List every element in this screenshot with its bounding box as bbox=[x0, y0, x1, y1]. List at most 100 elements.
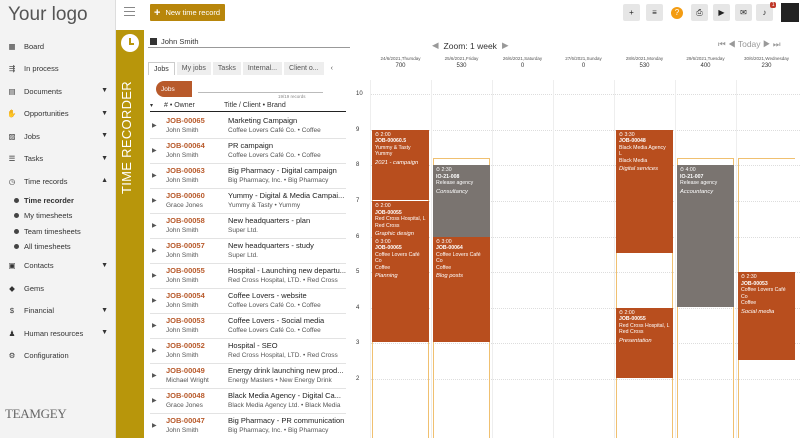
time-entry[interactable]: ⏱ 3:30 JOB-00048 Black Media Agency L Black… bbox=[616, 129, 673, 254]
sidebar-item-jobs[interactable]: ▨ Jobs ▼ bbox=[0, 125, 116, 148]
sidebar-item-time-records[interactable]: ◷ Time records ▲ bbox=[0, 170, 116, 193]
bullet-icon bbox=[14, 228, 19, 234]
table-row[interactable]: ▶ JOB-00054 John Smith Coffee Lovers - webs… bbox=[150, 289, 346, 314]
day-total: 530 bbox=[456, 63, 467, 69]
expand-icon[interactable]: ▶ bbox=[152, 397, 157, 404]
expand-icon[interactable]: ▶ bbox=[152, 122, 157, 129]
table-row[interactable]: ▶ JOB-00047 John Smith Big Pharmacy - PR co… bbox=[150, 414, 346, 438]
sidebar-item-configuration[interactable]: ⚙ Configuration bbox=[0, 345, 116, 368]
entry-note: Blog posts bbox=[436, 273, 464, 280]
entry-client: Red Cross Hospital, L bbox=[375, 216, 426, 223]
sidebar-subitem-all-timesheets[interactable]: All timesheets bbox=[0, 239, 116, 255]
expand-icon[interactable]: ▶ bbox=[152, 222, 157, 229]
video-icon[interactable]: ▶ bbox=[713, 4, 730, 21]
help-icon[interactable]: ? bbox=[671, 6, 683, 19]
chevron-down-icon: ▼ bbox=[101, 306, 108, 314]
zoom-prev-icon[interactable]: ◀ bbox=[432, 40, 439, 51]
zoom-next-icon[interactable]: ▶ bbox=[502, 40, 509, 51]
table-row[interactable]: ▶ JOB-00048 Grace Jones Black Media Agency … bbox=[150, 389, 346, 414]
brand-logo: TEAMGEY bbox=[5, 406, 67, 421]
tab-tasks[interactable]: Tasks bbox=[212, 62, 241, 75]
time-entry[interactable]: ⏱ 3:00 JOB-00064 Coffee Lovers Café Co Coff… bbox=[433, 236, 490, 343]
add-icon[interactable]: + bbox=[623, 4, 640, 21]
time-entry[interactable]: ⏱ 4:00 IO-21-007 Release agency Accountancy bbox=[677, 165, 734, 307]
tab-jobs[interactable]: Jobs bbox=[148, 62, 175, 75]
table-row[interactable]: ▶ JOB-00052 John Smith Hospital - SEO Red Cr… bbox=[150, 339, 346, 364]
search-input[interactable] bbox=[198, 84, 323, 93]
sidebar-subitem-my-timesheets[interactable]: My timesheets bbox=[0, 208, 116, 224]
sidebar-item-opportunities[interactable]: ✋ Opportunities ▼ bbox=[0, 103, 116, 126]
bell-icon[interactable]: ♪ 1 bbox=[756, 2, 776, 21]
time-entry[interactable]: ⏱ 2:00 JOB-00060.5 Yummy & Tasty Yummy 2021 … bbox=[372, 129, 429, 201]
next-icon[interactable]: ▶ bbox=[763, 39, 771, 49]
tab-scroll-left-icon[interactable]: ‹ bbox=[325, 62, 338, 75]
tab-my-jobs[interactable]: My jobs bbox=[176, 62, 211, 75]
day-header: 25/6/2021,Friday 530 bbox=[431, 56, 492, 78]
sidebar-item-label: In process bbox=[24, 64, 59, 74]
last-icon[interactable]: ⏭ bbox=[773, 39, 781, 49]
user-select[interactable]: John Smith bbox=[148, 36, 368, 48]
day-date: 24/6/2021,Thursday bbox=[380, 56, 421, 61]
sidebar-subitem-team-timesheets[interactable]: Team timesheets bbox=[0, 224, 116, 240]
expand-icon[interactable]: ▶ bbox=[152, 172, 157, 179]
sidebar-item-human-resources[interactable]: ♟ Human resources ▼ bbox=[0, 322, 116, 345]
new-time-record-button[interactable]: + New time record bbox=[150, 4, 225, 21]
day-header: 28/6/2021,Monday 530 bbox=[614, 56, 675, 78]
notes-icon[interactable]: ≡ bbox=[646, 4, 663, 21]
sidebar-item-board[interactable]: ▦ Board bbox=[0, 35, 116, 58]
day-total: 400 bbox=[700, 63, 711, 69]
table-row[interactable]: ▶ JOB-00065 John Smith Marketing Campaign Co… bbox=[150, 114, 346, 139]
prev-icon[interactable]: ◀ bbox=[728, 39, 736, 49]
tab-client-o-[interactable]: Client o... bbox=[284, 62, 324, 75]
time-entry[interactable]: ⏱ 2:00 JOB-00055 Red Cross Hospital, L Red … bbox=[616, 307, 673, 379]
expand-icon[interactable]: ▶ bbox=[152, 372, 157, 379]
job-owner: John Smith bbox=[166, 277, 199, 284]
expand-icon[interactable]: ▶ bbox=[152, 347, 157, 354]
expand-icon[interactable]: ▶ bbox=[152, 272, 157, 279]
expand-icon[interactable]: ▶ bbox=[152, 247, 157, 254]
time-entry[interactable]: ⏱ 3:00 JOB-00065 Coffee Lovers Café Co Coff… bbox=[372, 236, 429, 343]
title-header[interactable]: Title / Client • Brand bbox=[224, 102, 286, 109]
bullet-icon bbox=[14, 244, 19, 250]
table-row[interactable]: ▶ JOB-00058 John Smith New headquarters - p… bbox=[150, 214, 346, 239]
menu-toggle-icon[interactable] bbox=[124, 7, 135, 16]
day-total: 700 bbox=[395, 63, 406, 69]
print-icon[interactable]: ⎙ bbox=[691, 4, 708, 21]
date-navigation: ⏮ ◀ Today ▶ ⏭ bbox=[718, 39, 781, 50]
expand-icon[interactable]: ▶ bbox=[152, 322, 157, 329]
sidebar-item-in-process[interactable]: ⇶ In process bbox=[0, 58, 116, 81]
sidebar-item-tasks[interactable]: ☰ Tasks ▼ bbox=[0, 148, 116, 171]
sidebar-item-gems[interactable]: ◆ Gems bbox=[0, 277, 116, 300]
expand-icon[interactable]: ▶ bbox=[152, 297, 157, 304]
jobs-filter-chip[interactable]: Jobs bbox=[156, 81, 192, 97]
table-row[interactable]: ▶ JOB-00049 Michael Wright Energy drink lau… bbox=[150, 364, 346, 389]
tab-internal-[interactable]: Internal... bbox=[242, 62, 283, 75]
sidebar-item-label: Gems bbox=[24, 283, 45, 293]
sort-icon[interactable]: ▾ bbox=[150, 102, 164, 109]
table-row[interactable]: ▶ JOB-00053 John Smith Coffee Lovers - Soci… bbox=[150, 314, 346, 339]
table-row[interactable]: ▶ JOB-00055 John Smith Hospital - Launching… bbox=[150, 264, 346, 289]
jobs-icon: ▨ bbox=[8, 131, 16, 141]
entry-client: Release agency bbox=[436, 180, 474, 187]
expand-icon[interactable]: ▶ bbox=[152, 422, 157, 429]
sidebar-subitem-label: All timesheets bbox=[24, 242, 71, 252]
today-button[interactable]: Today bbox=[738, 39, 761, 49]
sidebar-subitem-time-recorder[interactable]: Time recorder bbox=[0, 193, 116, 209]
first-icon[interactable]: ⏮ bbox=[718, 39, 726, 49]
chat-icon[interactable]: ✉ bbox=[735, 4, 752, 21]
table-row[interactable]: ▶ JOB-00057 John Smith New headquarters - s… bbox=[150, 239, 346, 264]
job-owner: John Smith bbox=[166, 127, 199, 134]
owner-header[interactable]: # • Owner bbox=[164, 102, 224, 109]
sidebar-item-contacts[interactable]: ▣ Contacts ▼ bbox=[0, 255, 116, 278]
sidebar-item-documents[interactable]: ▤ Documents ▼ bbox=[0, 80, 116, 103]
sidebar-item-financial[interactable]: $ Financial ▼ bbox=[0, 300, 116, 323]
expand-icon[interactable]: ▶ bbox=[152, 197, 157, 204]
hour-label: 8 bbox=[356, 162, 360, 169]
expand-icon[interactable]: ▶ bbox=[152, 147, 157, 154]
table-row[interactable]: ▶ JOB-00063 John Smith Big Pharmacy - Digit… bbox=[150, 164, 346, 189]
table-row[interactable]: ▶ JOB-00064 John Smith PR campaign Coffee Lo… bbox=[150, 139, 346, 164]
table-row[interactable]: ▶ JOB-00060 Grace Jones Yummy - Digital & M… bbox=[150, 189, 346, 214]
avatar[interactable] bbox=[781, 3, 799, 22]
sidebar-subitem-label: Time recorder bbox=[24, 195, 74, 205]
time-entry[interactable]: ⏱ 2:30 JOB-00053 Coffee Lovers Café Co Coff… bbox=[738, 272, 795, 361]
